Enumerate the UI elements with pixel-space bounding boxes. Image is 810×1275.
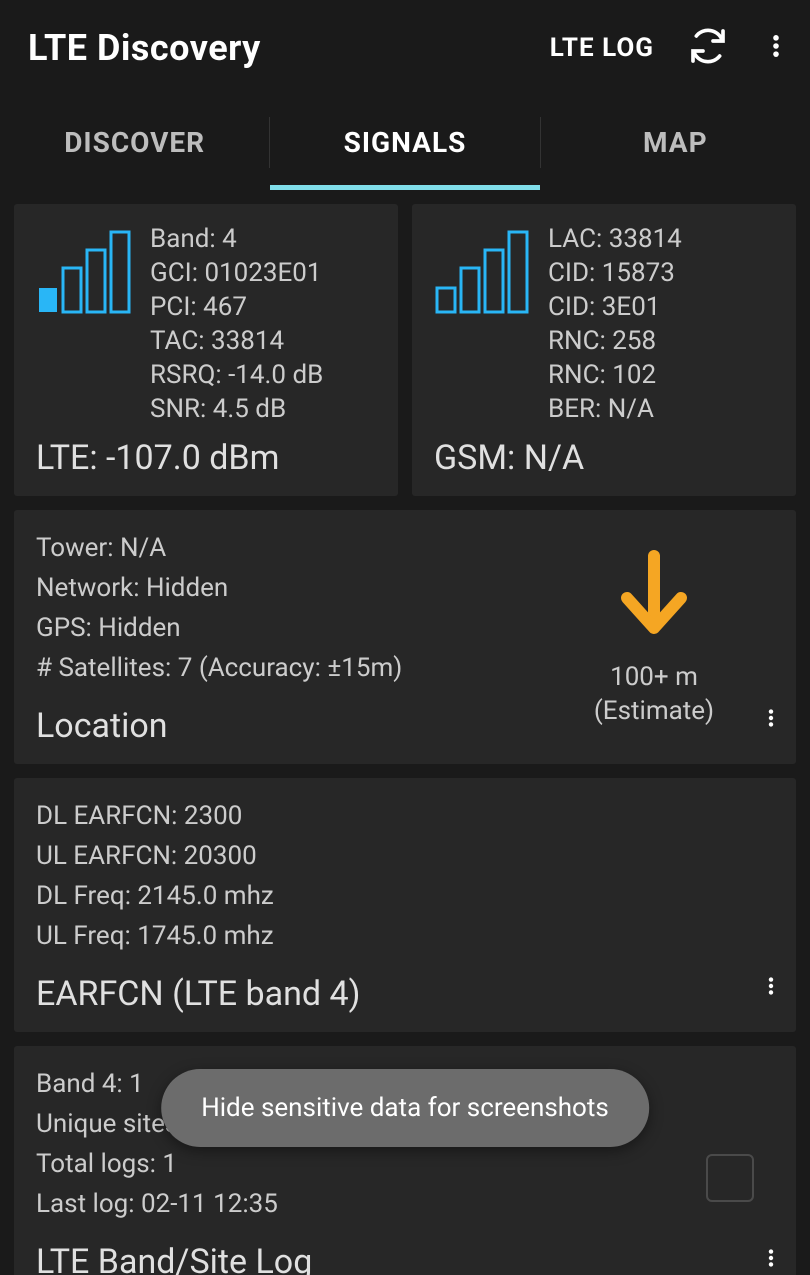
gsm-rnc2: RNC: 102 (548, 358, 682, 392)
lte-tac: TAC: 33814 (150, 324, 323, 358)
gsm-details: LAC: 33814 CID: 15873 CID: 3E01 RNC: 258… (548, 222, 682, 426)
app-bar: LTE Discovery LTE LOG (0, 0, 810, 95)
lte-log-button[interactable]: LTE LOG (550, 33, 654, 63)
earfcn-ul-freq: UL Freq: 1745.0 mhz (36, 916, 774, 956)
signal-bars-icon (434, 228, 534, 318)
lte-pci: PCI: 467 (150, 290, 323, 324)
lte-snr: SNR: 4.5 dB (150, 392, 323, 426)
location-network: Network: Hidden (36, 568, 564, 608)
signal-bars-icon (36, 228, 136, 318)
location-title: Location (36, 706, 564, 746)
log-total: Total logs: 1 (36, 1144, 774, 1184)
location-distance: 100+ m (594, 660, 714, 694)
location-gps: GPS: Hidden (36, 608, 564, 648)
direction-arrow-icon (609, 546, 699, 646)
gsm-title: GSM: N/A (434, 438, 774, 478)
lte-band: Band: 4 (150, 222, 323, 256)
earfcn-title: EARFCN (LTE band 4) (36, 974, 774, 1014)
lte-gci: GCI: 01023E01 (150, 256, 323, 290)
location-distance-note: (Estimate) (594, 694, 714, 728)
card-menu-icon[interactable] (760, 700, 782, 740)
lte-details: Band: 4 GCI: 01023E01 PCI: 467 TAC: 3381… (150, 222, 323, 426)
card-menu-icon[interactable] (760, 1240, 782, 1275)
earfcn-card[interactable]: DL EARFCN: 2300 UL EARFCN: 20300 DL Freq… (14, 778, 796, 1032)
lte-rsrq: RSRQ: -14.0 dB (150, 358, 323, 392)
toast-message: Hide sensitive data for screenshots (161, 1069, 649, 1147)
gsm-ber: BER: N/A (548, 392, 682, 426)
earfcn-dl-earfcn: DL EARFCN: 2300 (36, 796, 774, 836)
tab-signals[interactable]: SIGNALS (270, 95, 539, 190)
checkbox-placeholder[interactable] (706, 1154, 754, 1202)
gsm-cid2: CID: 3E01 (548, 290, 682, 324)
log-last: Last log: 02-11 12:35 (36, 1184, 774, 1224)
overflow-menu-icon[interactable] (762, 26, 790, 70)
card-menu-icon[interactable] (760, 968, 782, 1008)
tab-discover[interactable]: DISCOVER (0, 95, 269, 190)
gsm-signal-card[interactable]: LAC: 33814 CID: 15873 CID: 3E01 RNC: 258… (412, 204, 796, 496)
refresh-icon[interactable] (688, 26, 728, 70)
tab-bar: DISCOVER SIGNALS MAP (0, 95, 810, 190)
gsm-lac: LAC: 33814 (548, 222, 682, 256)
lte-signal-card[interactable]: Band: 4 GCI: 01023E01 PCI: 467 TAC: 3381… (14, 204, 398, 496)
location-sats: # Satellites: 7 (Accuracy: ±15m) (36, 648, 564, 688)
earfcn-ul-earfcn: UL EARFCN: 20300 (36, 836, 774, 876)
lte-title: LTE: -107.0 dBm (36, 438, 376, 478)
location-card[interactable]: Tower: N/A Network: Hidden GPS: Hidden #… (14, 510, 796, 764)
gsm-cid1: CID: 15873 (548, 256, 682, 290)
gsm-rnc1: RNC: 258 (548, 324, 682, 358)
tab-map[interactable]: MAP (541, 95, 810, 190)
location-tower: Tower: N/A (36, 528, 564, 568)
log-title: LTE Band/Site Log (36, 1242, 774, 1275)
app-title: LTE Discovery (28, 27, 550, 69)
earfcn-dl-freq: DL Freq: 2145.0 mhz (36, 876, 774, 916)
